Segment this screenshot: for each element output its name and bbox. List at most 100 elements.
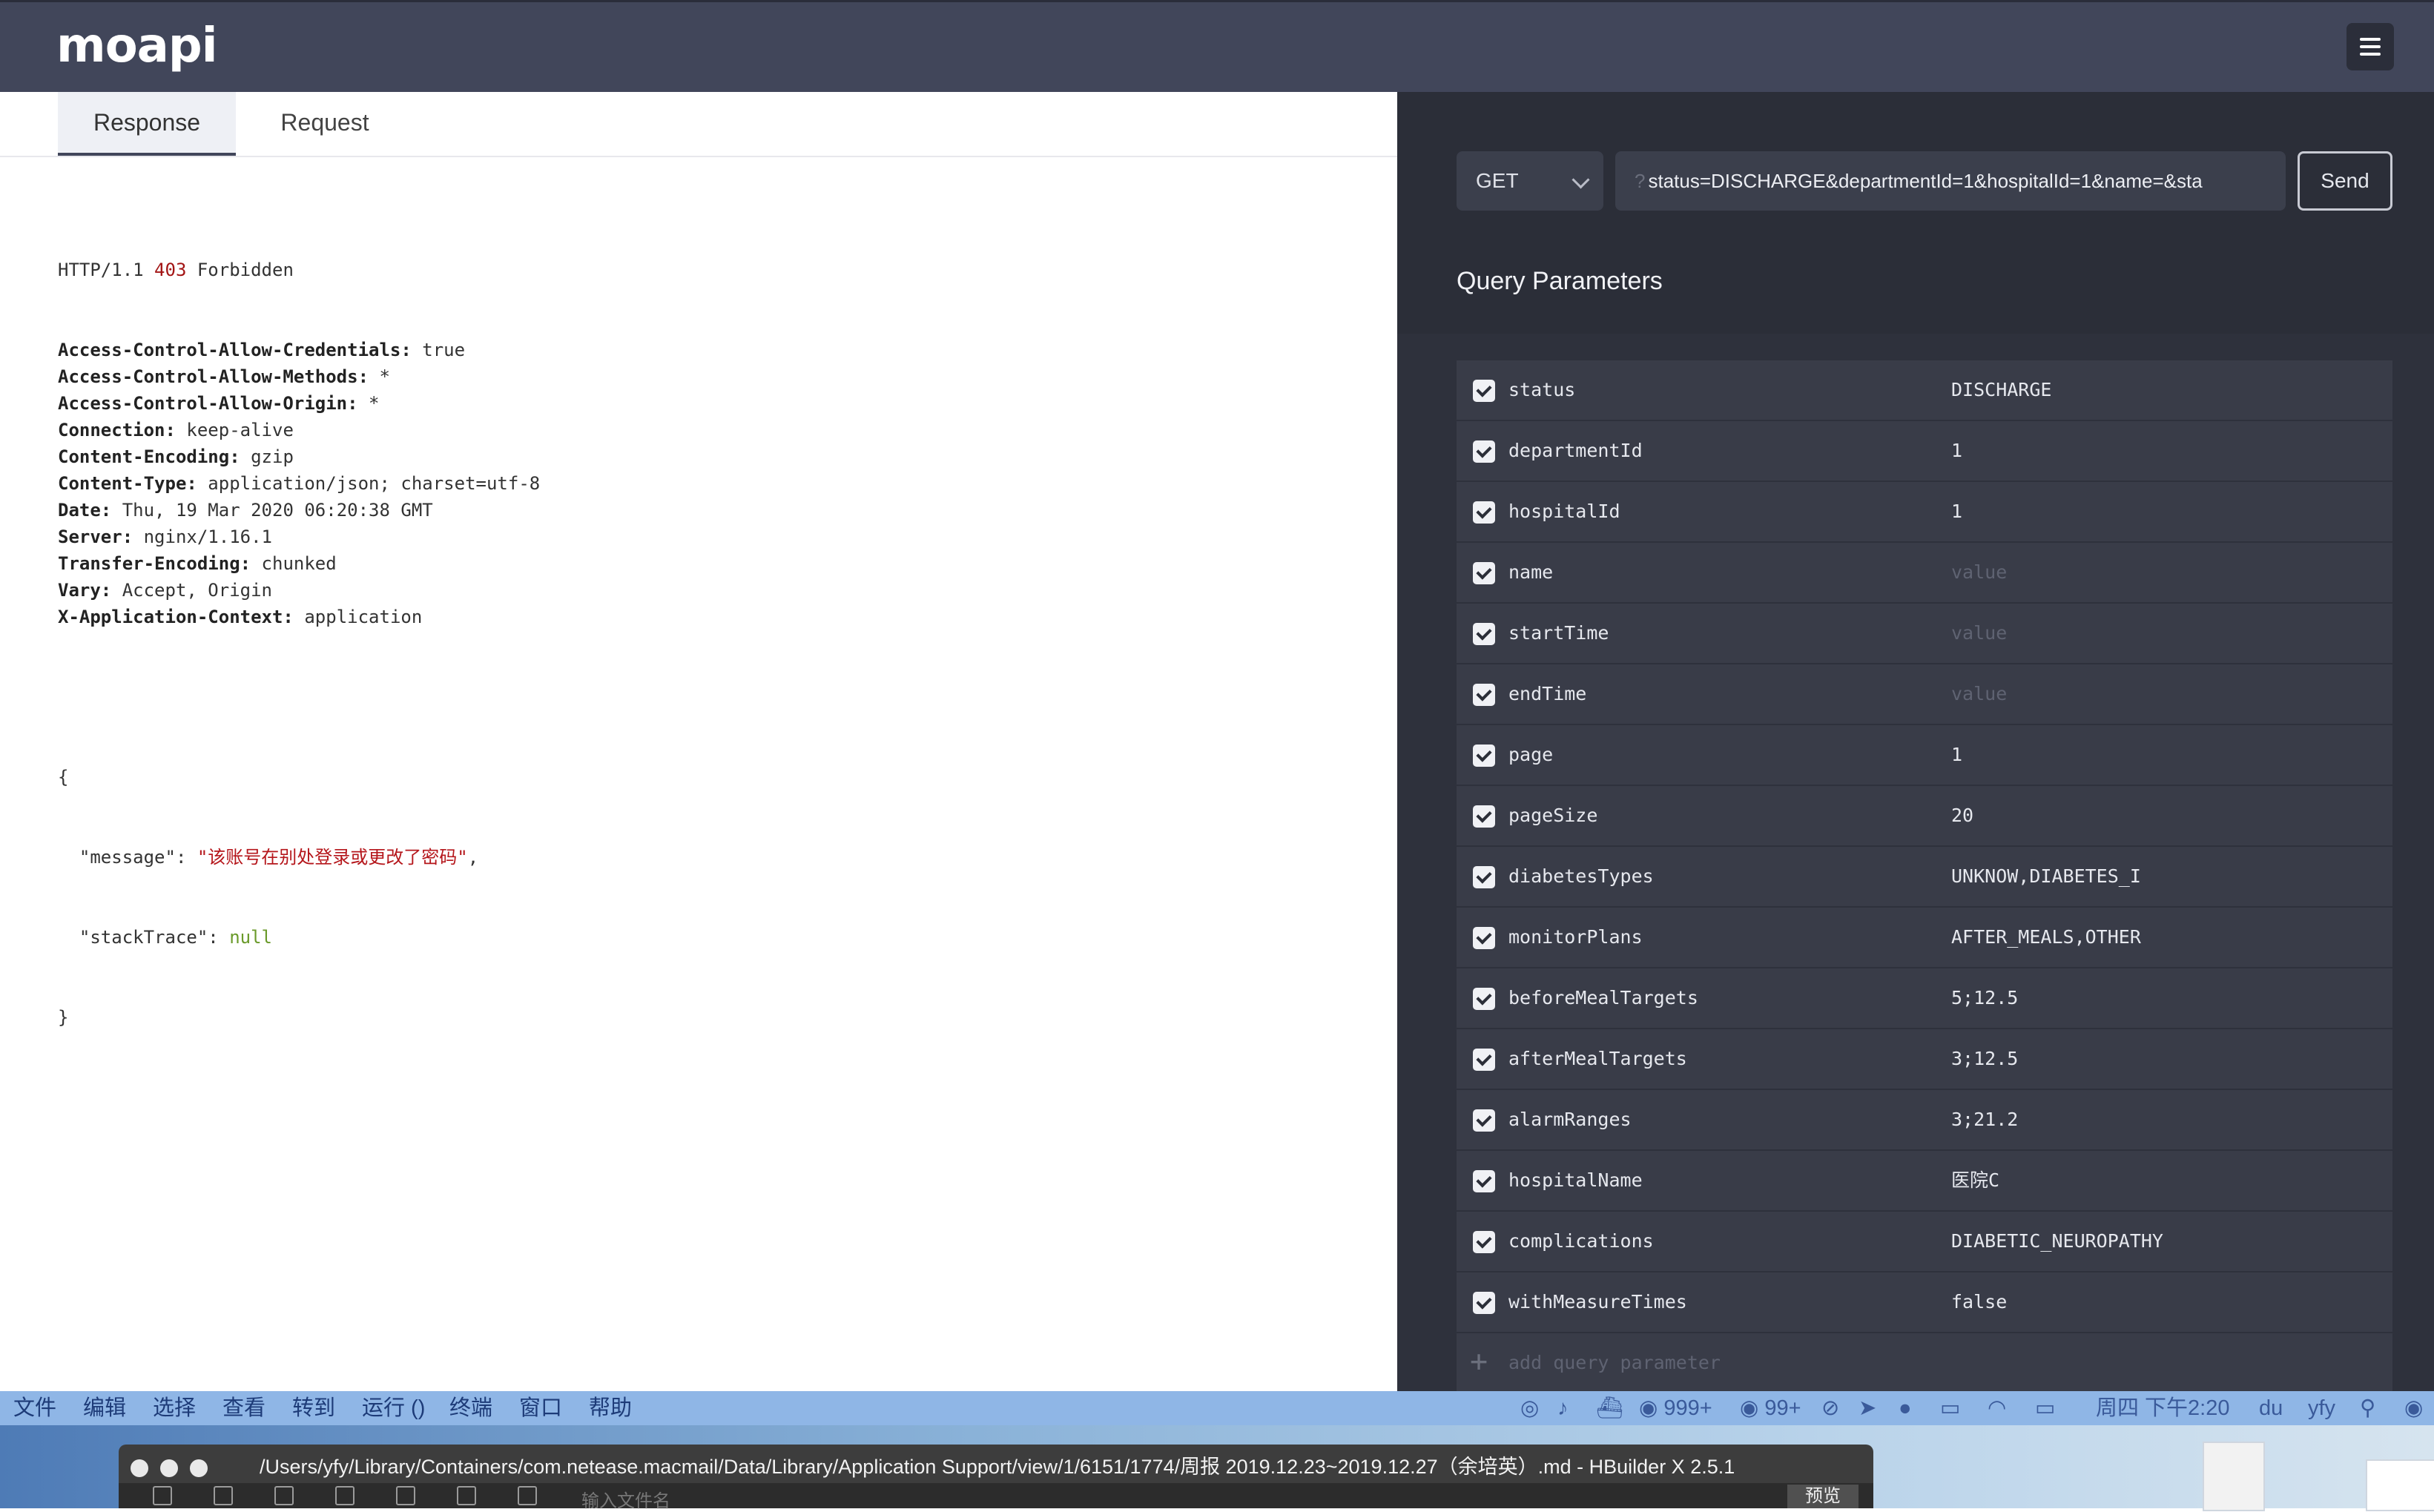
- airplay-icon[interactable]: ▭: [1940, 1391, 1960, 1425]
- app-logo[interactable]: moapi: [56, 19, 218, 73]
- bell-icon[interactable]: ♪: [1557, 1391, 1569, 1425]
- param-enabled-checkbox[interactable]: [1473, 380, 1495, 402]
- hamburger-menu-icon[interactable]: [2346, 23, 2394, 70]
- json-message-key: "message":: [79, 847, 187, 868]
- window-zoom-button[interactable]: [190, 1459, 208, 1477]
- desktop-thumbnail[interactable]: [2203, 1442, 2265, 1511]
- param-enabled-checkbox[interactable]: [1473, 623, 1495, 645]
- param-value-input[interactable]: 医院C: [1951, 1151, 1999, 1210]
- circle-icon[interactable]: ●: [1899, 1391, 1912, 1425]
- param-name-input[interactable]: withMeasureTimes: [1508, 1272, 1687, 1332]
- app-badge-2[interactable]: ◉ 99+: [1740, 1391, 1801, 1425]
- param-enabled-checkbox[interactable]: [1473, 805, 1495, 828]
- add-query-parameter-row[interactable]: + add query parameter: [1457, 1333, 2392, 1393]
- param-value-input[interactable]: 20: [1951, 786, 1973, 845]
- param-name-input[interactable]: afterMealTargets: [1508, 1029, 1687, 1089]
- param-value-input[interactable]: 1: [1951, 482, 1962, 541]
- param-value-input[interactable]: DIABETIC_NEUROPATHY: [1951, 1212, 2163, 1271]
- param-name-input[interactable]: endTime: [1508, 664, 1586, 724]
- send-plane-icon[interactable]: ➤: [1859, 1391, 1876, 1425]
- param-value-input[interactable]: 3;21.2: [1951, 1090, 2018, 1149]
- menu-item-goto[interactable]: 转到: [292, 1391, 335, 1425]
- param-name-input[interactable]: pageSize: [1508, 786, 1597, 845]
- response-header-line: Access-Control-Allow-Credentials: true: [58, 337, 540, 363]
- send-button[interactable]: Send: [2298, 151, 2392, 211]
- param-name-input[interactable]: departmentId: [1508, 421, 1643, 481]
- menu-item-window[interactable]: 窗口: [519, 1391, 562, 1425]
- param-name-input[interactable]: alarmRanges: [1508, 1090, 1632, 1149]
- param-enabled-checkbox[interactable]: [1473, 1292, 1495, 1314]
- param-enabled-checkbox[interactable]: [1473, 562, 1495, 584]
- headphones-icon[interactable]: ◎: [1520, 1391, 1539, 1425]
- file-search-icon[interactable]: [518, 1486, 537, 1505]
- param-name-input[interactable]: page: [1508, 725, 1553, 785]
- save-icon[interactable]: [214, 1486, 233, 1505]
- window-minimize-button[interactable]: [160, 1459, 178, 1477]
- param-name-input[interactable]: hospitalId: [1508, 482, 1620, 541]
- star-icon[interactable]: [396, 1486, 415, 1505]
- param-name-input[interactable]: monitorPlans: [1508, 908, 1643, 967]
- param-enabled-checkbox[interactable]: [1473, 501, 1495, 524]
- param-name-input[interactable]: complications: [1508, 1212, 1654, 1271]
- param-value-input[interactable]: 5;12.5: [1951, 968, 2018, 1028]
- hbuilder-window[interactable]: /Users/yfy/Library/Containers/com.neteas…: [119, 1445, 1873, 1511]
- wifi-icon[interactable]: ◠: [1988, 1391, 2006, 1425]
- menu-item-select[interactable]: 选择: [153, 1391, 196, 1425]
- battery-icon[interactable]: ▭: [2035, 1391, 2055, 1425]
- window-close-button[interactable]: [131, 1459, 148, 1477]
- param-name-input[interactable]: diabetesTypes: [1508, 847, 1654, 906]
- param-name-input[interactable]: hospitalName: [1508, 1151, 1643, 1210]
- menu-item-edit[interactable]: 编辑: [83, 1391, 126, 1425]
- param-value-input[interactable]: value: [1951, 543, 2007, 602]
- user-name[interactable]: yfy: [2308, 1391, 2335, 1425]
- param-value-input[interactable]: value: [1951, 604, 2007, 663]
- preview-button[interactable]: 预览: [1787, 1485, 1859, 1508]
- param-value-input[interactable]: DISCHARGE: [1951, 360, 2051, 420]
- param-enabled-checkbox[interactable]: [1473, 745, 1495, 767]
- app-badge-1[interactable]: ◉ 999+: [1639, 1391, 1712, 1425]
- menu-item-view[interactable]: 查看: [222, 1391, 266, 1425]
- menu-item-help[interactable]: 帮助: [589, 1391, 632, 1425]
- search-icon[interactable]: ⚲: [2360, 1391, 2375, 1425]
- header-value: application: [304, 607, 423, 627]
- new-file-icon[interactable]: [153, 1486, 172, 1505]
- menu-item-run[interactable]: 运行 (): [362, 1391, 425, 1425]
- siri-icon[interactable]: ◉: [2404, 1391, 2423, 1425]
- param-value-input[interactable]: UNKNOW,DIABETES_I: [1951, 847, 2141, 906]
- menu-item-file[interactable]: 文件: [13, 1391, 56, 1425]
- input-method-icon[interactable]: du: [2259, 1391, 2283, 1425]
- compass-icon[interactable]: ⊘: [1821, 1391, 1839, 1425]
- param-enabled-checkbox[interactable]: [1473, 1231, 1495, 1253]
- forward-icon[interactable]: [335, 1486, 354, 1505]
- header-value: *: [379, 366, 390, 387]
- add-query-parameter-input[interactable]: add query parameter: [1508, 1333, 1721, 1393]
- param-enabled-checkbox[interactable]: [1473, 1170, 1495, 1192]
- clock[interactable]: 周四 下午2:20: [2096, 1391, 2230, 1425]
- param-value-input[interactable]: AFTER_MEALS,OTHER: [1951, 908, 2141, 967]
- param-value-input[interactable]: 1: [1951, 725, 1962, 785]
- desktop-thumbnail-2[interactable]: [2366, 1459, 2434, 1511]
- method-select[interactable]: GET: [1457, 151, 1603, 211]
- param-name-input[interactable]: startTime: [1508, 604, 1609, 663]
- param-enabled-checkbox[interactable]: [1473, 988, 1495, 1010]
- param-value-input[interactable]: 3;12.5: [1951, 1029, 2018, 1089]
- param-value-input[interactable]: false: [1951, 1272, 2007, 1332]
- param-value-input[interactable]: value: [1951, 664, 2007, 724]
- param-enabled-checkbox[interactable]: [1473, 866, 1495, 888]
- url-input[interactable]: ? status=DISCHARGE&departmentId=1&hospita…: [1615, 151, 2286, 211]
- param-enabled-checkbox[interactable]: [1473, 1049, 1495, 1071]
- back-icon[interactable]: [274, 1486, 294, 1505]
- param-enabled-checkbox[interactable]: [1473, 684, 1495, 706]
- docker-icon[interactable]: ⛴: [1596, 1391, 1623, 1425]
- param-value-input[interactable]: 1: [1951, 421, 1962, 481]
- param-name-input[interactable]: beforeMealTargets: [1508, 968, 1698, 1028]
- tab-request[interactable]: Request: [236, 92, 414, 156]
- param-enabled-checkbox[interactable]: [1473, 440, 1495, 463]
- menu-item-terminal[interactable]: 终端: [449, 1391, 492, 1425]
- param-name-input[interactable]: name: [1508, 543, 1553, 602]
- param-enabled-checkbox[interactable]: [1473, 927, 1495, 949]
- run-icon[interactable]: [457, 1486, 476, 1505]
- param-enabled-checkbox[interactable]: [1473, 1109, 1495, 1132]
- tab-response[interactable]: Response: [58, 92, 236, 156]
- param-name-input[interactable]: status: [1508, 360, 1575, 420]
